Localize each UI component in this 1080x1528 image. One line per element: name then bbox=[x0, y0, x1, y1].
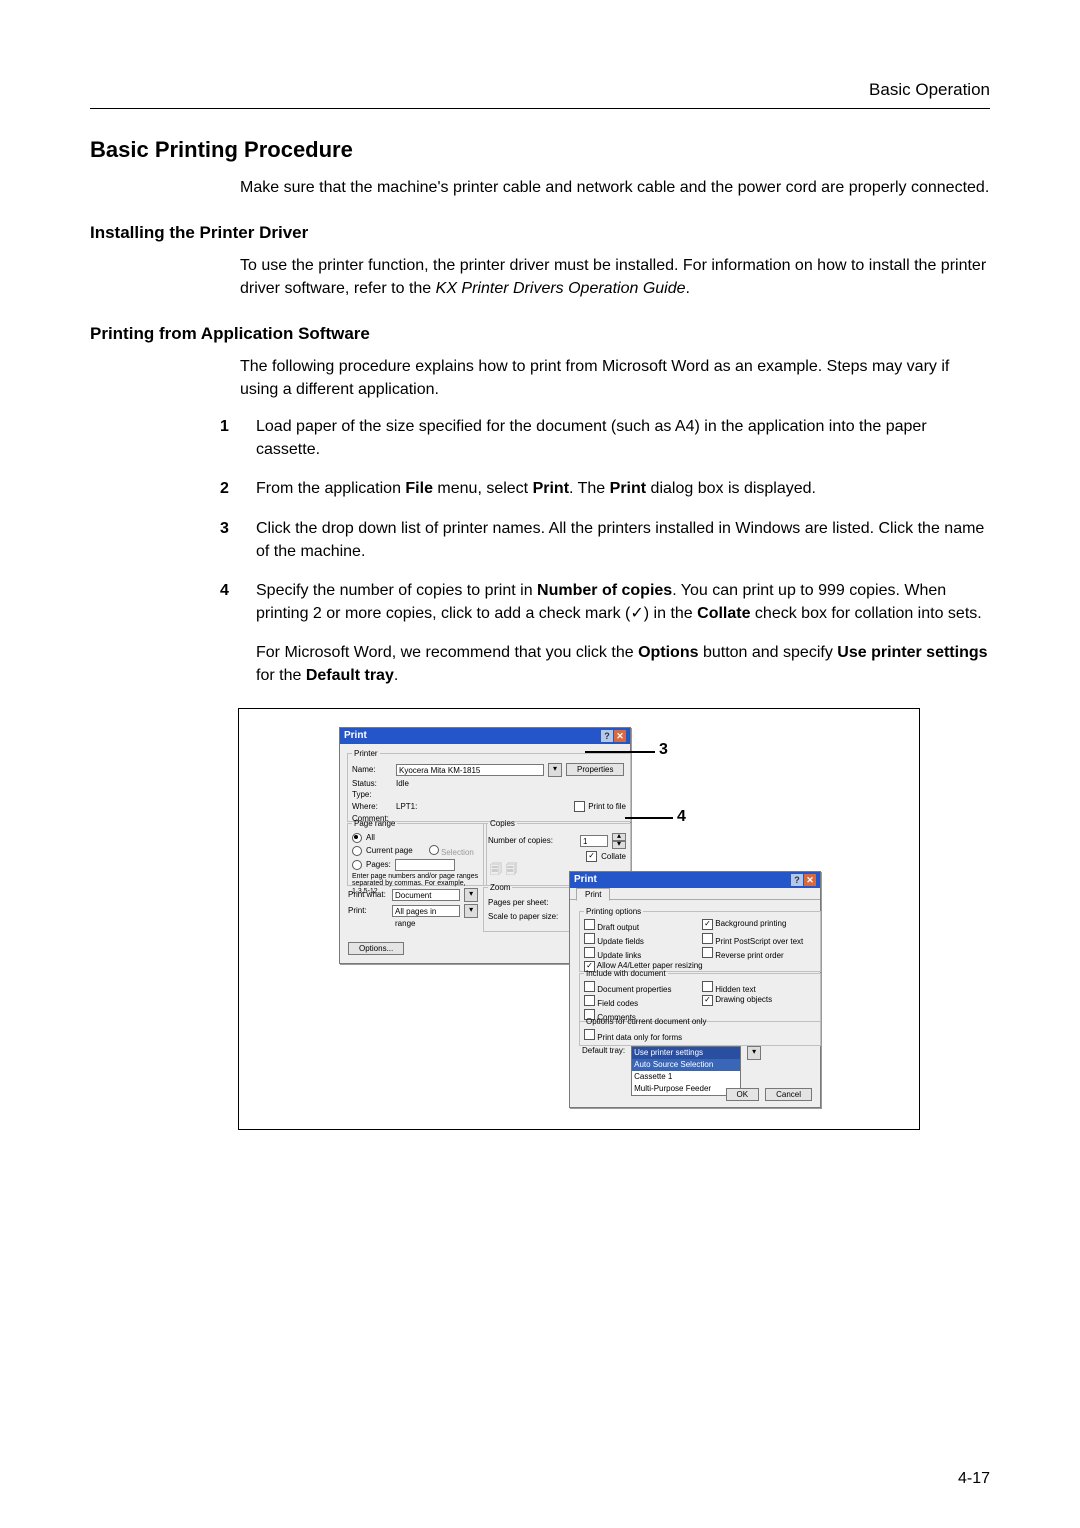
dialog-title: Print bbox=[574, 874, 597, 885]
print-pages-label: Print: bbox=[348, 906, 388, 915]
printer-group-label: Printer bbox=[352, 749, 380, 758]
radio-pages-label: Pages: bbox=[366, 860, 391, 869]
cb-bg[interactable]: ✓ bbox=[702, 919, 713, 930]
step-3-text: Click the drop down list of printer name… bbox=[256, 517, 990, 563]
name-label: Name: bbox=[352, 765, 392, 774]
type-label: Type: bbox=[352, 790, 392, 799]
chevron-down-icon[interactable]: ▾ bbox=[464, 904, 478, 918]
include-with-doc-group: Include with document bbox=[584, 969, 668, 978]
where-label: Where: bbox=[352, 802, 392, 811]
print-pages-select[interactable]: All pages in range bbox=[392, 905, 460, 917]
after-steps-note: For Microsoft Word, we recommend that yo… bbox=[256, 641, 990, 687]
step-number: 2 bbox=[220, 477, 238, 500]
cb-draft[interactable] bbox=[584, 919, 595, 930]
page-range-group: Page range bbox=[352, 819, 397, 828]
status-label: Status: bbox=[352, 779, 392, 788]
callout-4: 4 bbox=[677, 808, 686, 826]
cb-fcodes[interactable] bbox=[584, 995, 595, 1006]
printing-options-group: Printing options bbox=[584, 907, 643, 916]
printer-name-select[interactable]: Kyocera Mita KM-1815 bbox=[396, 764, 544, 776]
where-value: LPT1: bbox=[396, 802, 417, 811]
print-what-select[interactable]: Document bbox=[392, 889, 460, 901]
cb-docprop[interactable] bbox=[584, 981, 595, 992]
default-tray-label: Default tray: bbox=[582, 1046, 625, 1055]
cb-uf[interactable] bbox=[584, 933, 595, 944]
pps-label: Pages per sheet: bbox=[488, 898, 548, 907]
subhead-install: Installing the Printer Driver bbox=[90, 223, 990, 243]
intro-text: Make sure that the machine's printer cab… bbox=[240, 177, 990, 199]
step-2-text: From the application File menu, select P… bbox=[256, 477, 990, 500]
status-value: Idle bbox=[396, 779, 409, 788]
print-to-file-label: Print to file bbox=[588, 802, 626, 811]
spinner-down-icon[interactable]: ▾ bbox=[612, 841, 626, 849]
callout-line bbox=[625, 817, 673, 819]
radio-all-label: All bbox=[366, 833, 375, 842]
step-number: 1 bbox=[220, 415, 238, 461]
radio-selection[interactable] bbox=[429, 845, 439, 855]
printing-intro: The following procedure explains how to … bbox=[240, 356, 990, 401]
page-title: Basic Printing Procedure bbox=[90, 137, 990, 163]
radio-selection-label: Selection bbox=[441, 848, 474, 857]
ok-button[interactable]: OK bbox=[726, 1088, 760, 1101]
page-number: 4-17 bbox=[958, 1470, 990, 1488]
install-text: To use the printer function, the printer… bbox=[240, 255, 990, 300]
dialog-title: Print bbox=[344, 730, 367, 741]
options-button[interactable]: Options... bbox=[348, 942, 404, 955]
pages-field[interactable] bbox=[395, 859, 455, 871]
print-options-dialog: Print ?✕ Print Printing options Draft ou… bbox=[569, 871, 821, 1108]
copies-group: Copies bbox=[488, 819, 517, 828]
collate-checkbox[interactable]: ✓ bbox=[586, 851, 597, 862]
radio-current-label: Current page bbox=[366, 846, 413, 855]
print-dialog-figure: Print ?✕ Printer Name: Kyocera Mita KM-1… bbox=[238, 708, 920, 1130]
num-copies-field[interactable]: 1 bbox=[580, 835, 608, 847]
subhead-printing: Printing from Application Software bbox=[90, 324, 990, 344]
titlebar-buttons[interactable]: ?✕ bbox=[600, 730, 626, 742]
print-to-file-checkbox[interactable] bbox=[574, 801, 585, 812]
cancel-button[interactable]: Cancel bbox=[765, 1088, 812, 1101]
print-what-label: Print what: bbox=[348, 890, 388, 899]
collate-label: Collate bbox=[601, 852, 626, 861]
chevron-down-icon[interactable]: ▾ bbox=[548, 763, 562, 777]
cb-psot[interactable] bbox=[702, 933, 713, 944]
callout-3: 3 bbox=[659, 741, 668, 759]
step-number: 4 bbox=[220, 579, 238, 625]
cb-ul[interactable] bbox=[584, 947, 595, 958]
chevron-down-icon[interactable]: ▾ bbox=[464, 888, 478, 902]
radio-current[interactable] bbox=[352, 846, 362, 856]
tab-print[interactable]: Print bbox=[576, 888, 610, 901]
chevron-down-icon[interactable]: ▾ bbox=[747, 1046, 761, 1060]
titlebar-buttons[interactable]: ?✕ bbox=[790, 874, 816, 886]
radio-all[interactable] bbox=[352, 833, 362, 843]
scale-label: Scale to paper size: bbox=[488, 912, 558, 921]
step-4-text: Specify the number of copies to print in… bbox=[256, 579, 990, 625]
options-current-doc-group: Options for current document only bbox=[584, 1017, 709, 1026]
radio-pages[interactable] bbox=[352, 860, 362, 870]
properties-button[interactable]: Properties bbox=[566, 763, 624, 776]
zoom-group: Zoom bbox=[488, 883, 512, 892]
collate-icon: 🗐 🗐 bbox=[490, 860, 517, 881]
cb-pdoff[interactable] bbox=[584, 1029, 595, 1040]
step-number: 3 bbox=[220, 517, 238, 563]
guide-ref: KX Printer Drivers Operation Guide bbox=[436, 280, 686, 297]
callout-line bbox=[585, 751, 655, 753]
step-1-text: Load paper of the size specified for the… bbox=[256, 415, 990, 461]
cb-hidden[interactable] bbox=[702, 981, 713, 992]
num-copies-label: Number of copies: bbox=[488, 836, 553, 845]
cb-rpo[interactable] bbox=[702, 947, 713, 958]
running-header: Basic Operation bbox=[90, 80, 990, 108]
cb-drawobj[interactable]: ✓ bbox=[702, 995, 713, 1006]
